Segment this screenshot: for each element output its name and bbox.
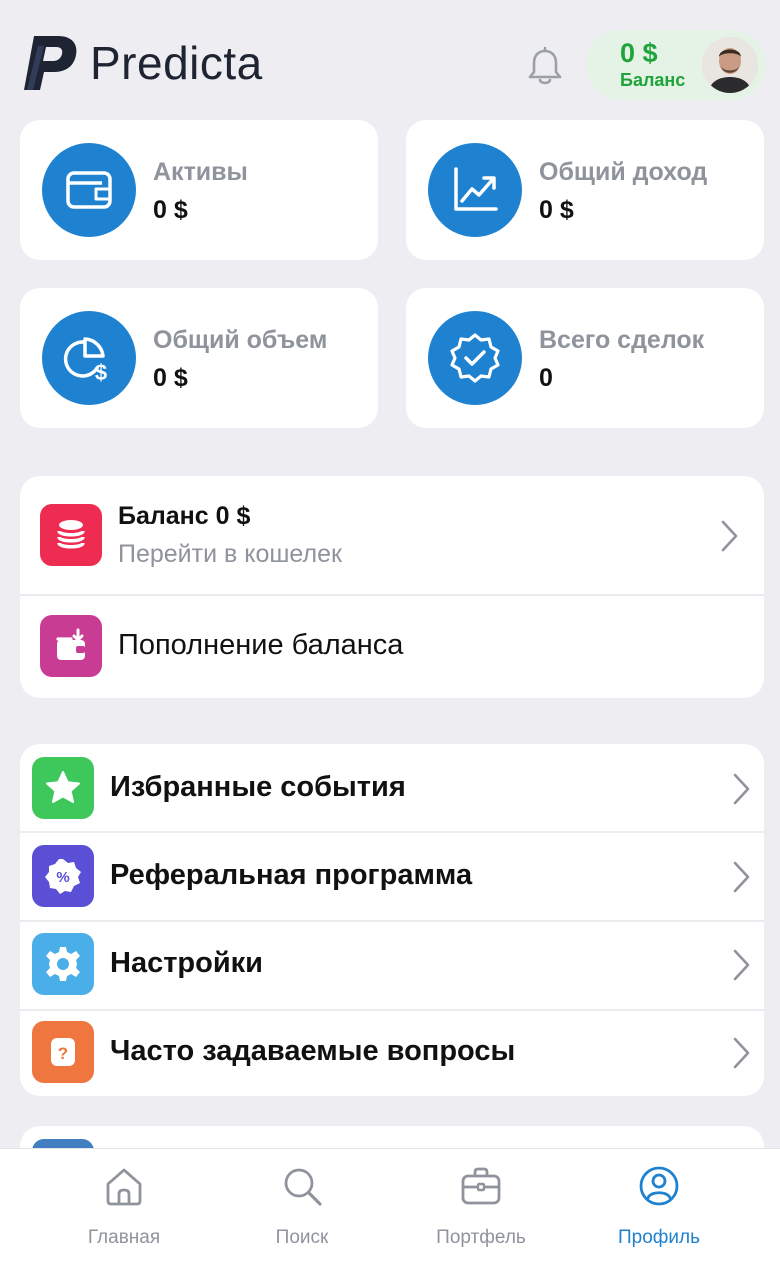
bell-icon[interactable] xyxy=(524,46,566,88)
menu-item-label: Часто задаваемые вопросы xyxy=(110,1035,516,1067)
svg-text:%: % xyxy=(56,869,69,886)
nav-profile[interactable]: Профиль xyxy=(589,1165,729,1255)
menu-item-referral[interactable]: % Реферальная программа xyxy=(20,833,764,920)
balance-label: Баланс xyxy=(620,70,686,90)
nav-portfolio[interactable]: Портфель xyxy=(411,1165,551,1255)
nav-search[interactable]: Поиск xyxy=(232,1165,372,1255)
profile-icon xyxy=(639,1166,679,1206)
stat-label: Общий доход xyxy=(539,158,708,186)
menu-item-label: Избранные события xyxy=(110,771,406,803)
stat-label: Активы xyxy=(153,158,248,186)
stat-card-deals: Всего сделок 0 xyxy=(406,288,764,428)
wallet-title: Баланс 0 $ xyxy=(118,502,251,530)
app-logo: Predicta xyxy=(22,34,263,92)
stat-value: 0 $ xyxy=(153,364,188,392)
menu-item-label: Реферальная программа xyxy=(110,859,473,891)
briefcase-icon xyxy=(461,1167,501,1205)
chart-up-icon xyxy=(428,143,522,237)
wallet-download-icon xyxy=(40,615,102,677)
header: Predicta 0 $ Баланс xyxy=(0,0,780,120)
question-icon: ? xyxy=(32,1021,94,1083)
chevron-right-icon xyxy=(721,520,738,552)
predicta-logo-icon xyxy=(24,36,77,90)
go-to-wallet-row[interactable]: Баланс 0 $ Перейти в кошелек xyxy=(20,476,764,594)
nav-label: Поиск xyxy=(275,1227,329,1248)
balance-amount: 0 $ xyxy=(620,38,658,68)
chevron-right-icon xyxy=(733,1037,750,1069)
chevron-right-icon xyxy=(733,773,750,805)
stat-label: Всего сделок xyxy=(539,326,705,354)
profile-screen: Predicta 0 $ Баланс Активы 0 $ Общий дох… xyxy=(0,0,780,1265)
app-name: Predicta xyxy=(90,37,263,89)
bottom-nav: Главная Поиск Портфель Профиль xyxy=(0,1148,780,1265)
coins-icon xyxy=(40,504,102,566)
avatar-photo xyxy=(702,37,758,93)
menu-item-faq[interactable]: ? Часто задаваемые вопросы xyxy=(20,1011,764,1096)
badge-check-icon xyxy=(428,311,522,405)
chevron-right-icon xyxy=(733,949,750,981)
stat-value: 0 xyxy=(539,364,553,392)
topup-label: Пополнение баланса xyxy=(118,629,404,661)
svg-text:?: ? xyxy=(58,1044,68,1063)
home-icon xyxy=(106,1168,142,1206)
menu-item-label: Настройки xyxy=(110,947,264,979)
menu-card: Избранные события % Реферальная программ… xyxy=(20,744,764,1096)
stat-value: 0 $ xyxy=(539,196,574,224)
menu-item-favorites[interactable]: Избранные события xyxy=(20,744,764,831)
stat-label: Общий объем xyxy=(153,326,328,354)
stat-card-volume: $ Общий объем 0 $ xyxy=(20,288,378,428)
chevron-right-icon xyxy=(733,861,750,893)
star-icon xyxy=(32,757,94,819)
nav-label: Портфель xyxy=(436,1227,526,1248)
svg-text:$: $ xyxy=(95,360,107,385)
nav-label: Главная xyxy=(87,1227,161,1248)
stat-value: 0 $ xyxy=(153,196,188,224)
gear-icon xyxy=(32,933,94,995)
nav-label: Профиль xyxy=(617,1227,701,1248)
percent-badge-icon: % xyxy=(32,845,94,907)
pie-dollar-icon: $ xyxy=(42,311,136,405)
avatar[interactable] xyxy=(702,37,758,93)
stat-card-assets: Активы 0 $ xyxy=(20,120,378,260)
balance-pill[interactable]: 0 $ Баланс xyxy=(586,30,766,100)
nav-home[interactable]: Главная xyxy=(54,1165,194,1255)
wallet-subtitle: Перейти в кошелек xyxy=(118,540,342,568)
search-icon xyxy=(284,1168,322,1206)
stat-card-income: Общий доход 0 $ xyxy=(406,120,764,260)
wallet-icon xyxy=(42,143,136,237)
wallet-card: Баланс 0 $ Перейти в кошелек Пополнение … xyxy=(20,476,764,698)
menu-item-settings[interactable]: Настройки xyxy=(20,922,764,1009)
